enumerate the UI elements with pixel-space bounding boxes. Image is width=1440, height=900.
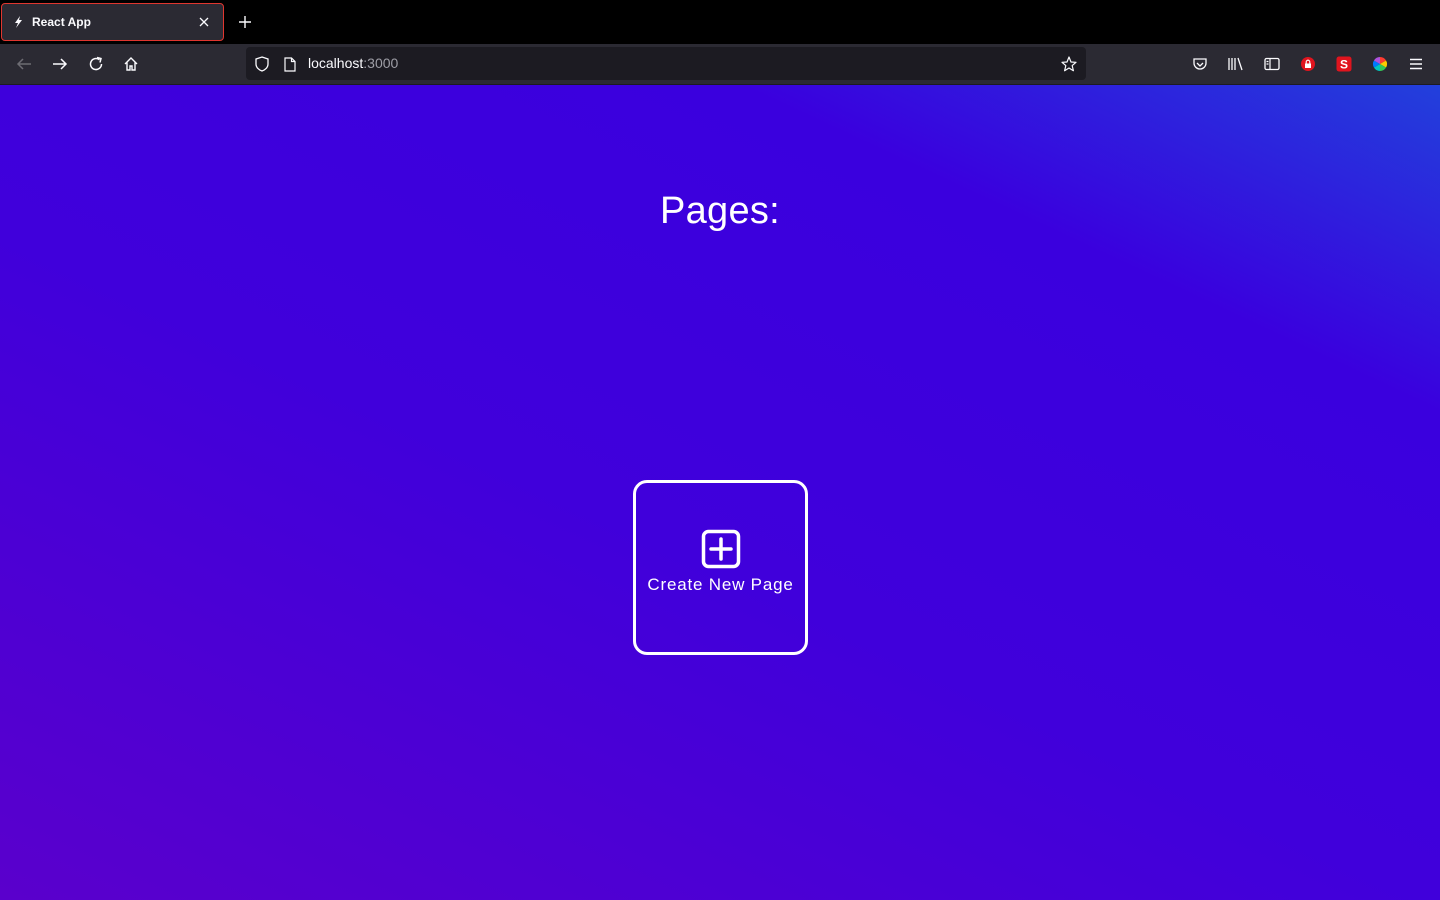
browser-tab[interactable]: React App bbox=[1, 3, 224, 41]
url-port: :3000 bbox=[363, 55, 399, 71]
page-icon[interactable] bbox=[281, 55, 299, 73]
url-host: localhost bbox=[308, 55, 364, 71]
new-tab-button[interactable] bbox=[234, 11, 256, 33]
home-icon[interactable] bbox=[117, 50, 145, 78]
page-title: Pages: bbox=[659, 190, 781, 232]
create-new-page-button[interactable]: Create New Page bbox=[633, 480, 808, 655]
s-extension-icon[interactable]: S bbox=[1330, 50, 1358, 78]
tab-strip: React App bbox=[0, 0, 1440, 44]
pocket-icon[interactable] bbox=[1186, 50, 1214, 78]
back-arrow-icon[interactable] bbox=[10, 50, 38, 78]
tab-title: React App bbox=[32, 15, 91, 29]
svg-text:S: S bbox=[1340, 57, 1348, 71]
color-wheel-icon[interactable] bbox=[1366, 50, 1394, 78]
url-bar[interactable]: localhost:3000 bbox=[246, 47, 1086, 80]
create-new-page-label: Create New Page bbox=[647, 574, 794, 594]
sidebar-icon[interactable] bbox=[1258, 50, 1286, 78]
star-icon[interactable] bbox=[1060, 55, 1078, 73]
lock-extension-icon[interactable] bbox=[1294, 50, 1322, 78]
hamburger-menu-icon[interactable] bbox=[1402, 50, 1430, 78]
shield-icon[interactable] bbox=[253, 55, 271, 73]
forward-arrow-icon[interactable] bbox=[46, 50, 74, 78]
url-text[interactable]: localhost:3000 bbox=[308, 47, 398, 80]
library-icon[interactable] bbox=[1222, 50, 1250, 78]
react-favicon-icon bbox=[12, 16, 24, 28]
plus-square-icon bbox=[701, 529, 741, 569]
reload-icon[interactable] bbox=[82, 50, 110, 78]
page-content: Pages: Create New Page bbox=[0, 85, 1440, 900]
close-tab-icon[interactable] bbox=[195, 13, 213, 31]
navigation-bar: localhost:3000 S bbox=[0, 44, 1440, 85]
